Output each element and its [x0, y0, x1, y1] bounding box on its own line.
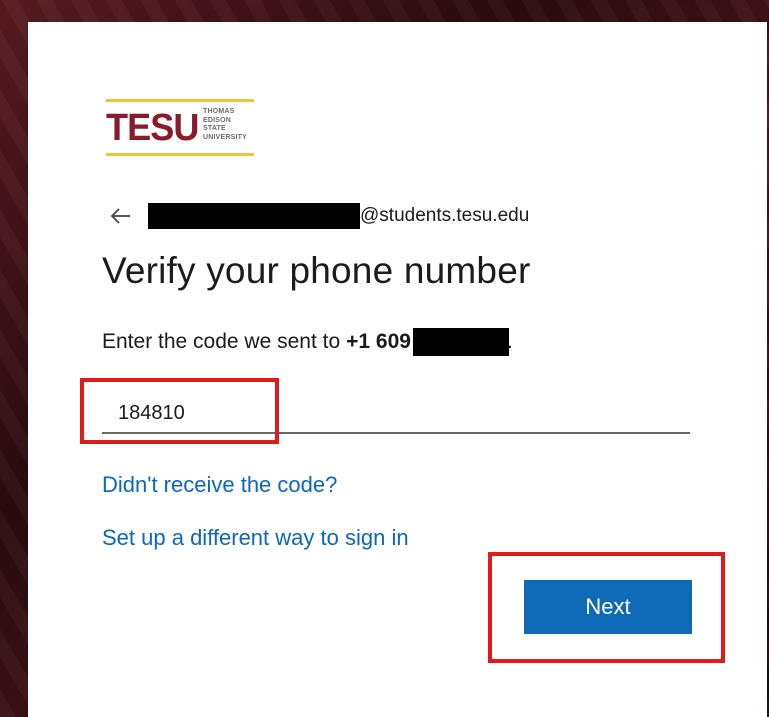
phone-number-suffix: . [506, 330, 513, 353]
sign-in-card: TESU THOMAS EDISON STATE UNIVERSITY @stu… [28, 22, 767, 717]
instructions-text: Enter the code we sent to [102, 330, 341, 353]
verification-code-input[interactable] [102, 394, 690, 434]
next-button[interactable]: Next [524, 580, 692, 634]
arrow-left-icon[interactable] [110, 205, 132, 227]
resend-code-link[interactable]: Didn't receive the code? [102, 472, 337, 498]
logo-subtitle: THOMAS EDISON STATE UNIVERSITY [203, 108, 248, 141]
tesu-logo: TESU THOMAS EDISON STATE UNIVERSITY [106, 99, 254, 156]
account-identity: @students.tesu.edu [110, 202, 529, 230]
logo-bottom-bar [106, 153, 254, 156]
logo-wordmark: TESU [106, 107, 199, 149]
redacted-email-username [148, 203, 360, 229]
phone-number-prefix: +1 609 [346, 330, 411, 353]
different-sign-in-method-link[interactable]: Set up a different way to sign in [102, 525, 409, 551]
page-title: Verify your phone number [102, 250, 531, 291]
redacted-phone-number [412, 328, 509, 356]
logo-top-bar [106, 99, 254, 102]
code-instructions: Enter the code we sent to +1 609 . [102, 328, 513, 356]
email-domain: @students.tesu.edu [360, 205, 530, 226]
